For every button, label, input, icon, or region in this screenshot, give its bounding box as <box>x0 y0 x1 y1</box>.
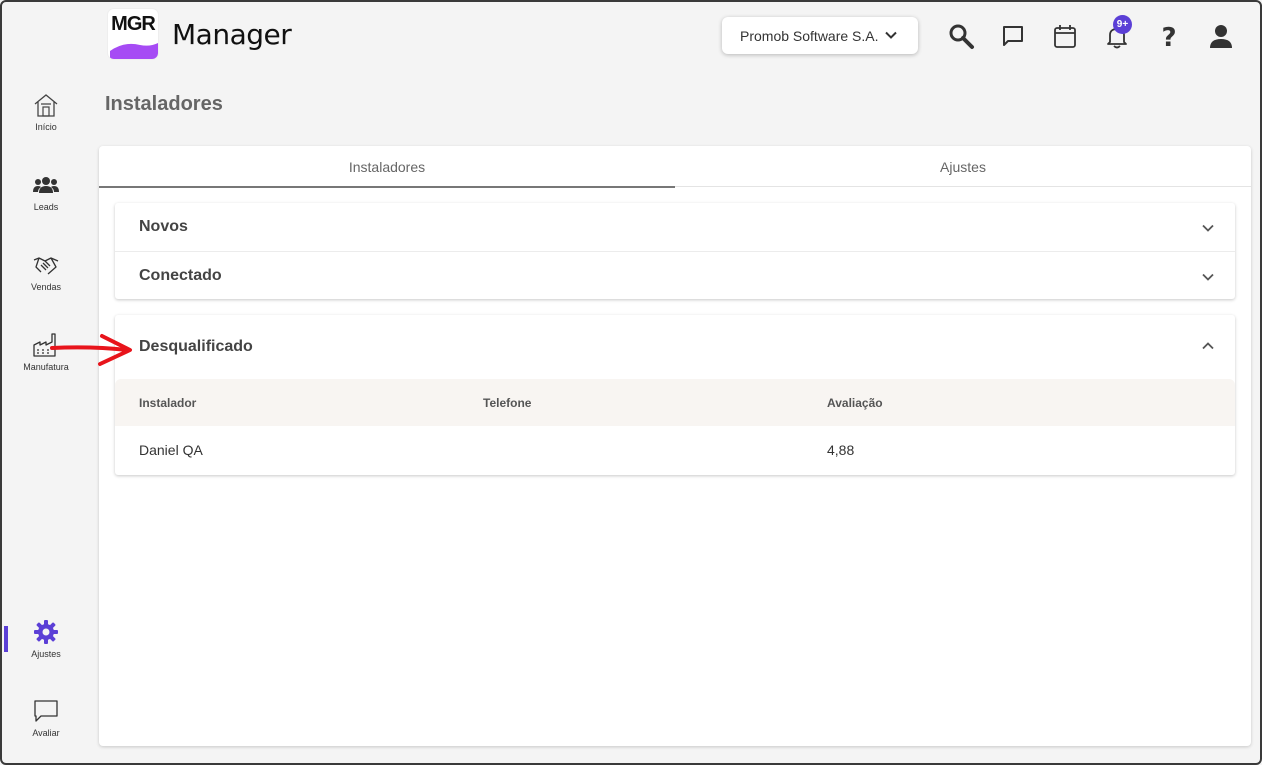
gear-icon <box>34 620 58 644</box>
sidebar-item-label: Vendas <box>30 282 62 292</box>
notification-badge: 9+ <box>1113 15 1132 34</box>
column-header-avaliacao[interactable]: Avaliação <box>827 396 883 410</box>
sidebar-item-label: Início <box>35 122 57 132</box>
table-row[interactable]: Daniel QA 4,88 <box>115 426 1235 474</box>
home-icon <box>34 94 58 117</box>
tab-instaladores[interactable]: Instaladores <box>99 146 675 188</box>
annotation-arrow-icon <box>50 334 132 366</box>
chat-icon <box>34 700 58 722</box>
calendar-icon[interactable] <box>1051 22 1079 50</box>
accordion-desqualificado-panel: Desqualificado Instalador Telefone Avali… <box>115 315 1235 475</box>
sidebar: Início Leads Vendas Manufatura Ajustes A… <box>2 70 92 763</box>
handshake-icon <box>33 257 59 275</box>
people-icon <box>33 177 59 193</box>
accordion-desqualificado[interactable]: Desqualificado <box>115 315 1235 379</box>
search-icon[interactable] <box>947 22 975 50</box>
sidebar-item-label: Avaliar <box>32 728 60 738</box>
app-title: Manager <box>172 18 292 51</box>
chevron-down-icon <box>1202 273 1214 281</box>
main-card: Instaladores Ajustes Novos Conectado Des… <box>99 146 1251 746</box>
column-header-instalador[interactable]: Instalador <box>139 396 196 410</box>
tab-bar: Instaladores Ajustes <box>99 146 1251 188</box>
accordion-label: Novos <box>139 218 188 235</box>
help-icon[interactable]: ? <box>1155 22 1183 50</box>
sidebar-item-inicio[interactable]: Início <box>2 92 90 132</box>
page-title: Instaladores <box>105 93 223 115</box>
accordion-conectado[interactable]: Conectado <box>115 251 1235 299</box>
chevron-down-icon <box>1202 224 1214 232</box>
accordion-label: Conectado <box>139 266 222 284</box>
cell-instalador: Daniel QA <box>139 442 203 458</box>
sidebar-item-vendas[interactable]: Vendas <box>2 252 90 292</box>
tab-ajustes[interactable]: Ajustes <box>675 146 1251 187</box>
chevron-down-icon <box>885 31 897 39</box>
sidebar-item-ajustes[interactable]: Ajustes <box>2 619 90 659</box>
svg-text:?: ? <box>1161 23 1176 50</box>
company-selector[interactable]: Promob Software S.A. <box>722 17 918 54</box>
sidebar-item-label: Leads <box>33 202 59 212</box>
app-logo[interactable]: MGR <box>108 9 158 59</box>
chat-icon[interactable] <box>999 22 1027 50</box>
accordion-label: Desqualificado <box>139 338 253 355</box>
sidebar-item-leads[interactable]: Leads <box>2 172 90 212</box>
cell-avaliacao: 4,88 <box>827 442 855 458</box>
accordion-group: Novos Conectado <box>115 203 1235 299</box>
chevron-up-icon <box>1202 342 1214 350</box>
table-header: Instalador Telefone Avaliação <box>115 379 1235 426</box>
sidebar-item-avaliar[interactable]: Avaliar <box>2 698 90 738</box>
logo-text: MGR <box>111 13 156 35</box>
user-icon[interactable] <box>1207 22 1235 50</box>
logo-swoosh-icon <box>110 43 158 59</box>
column-header-telefone[interactable]: Telefone <box>483 396 531 410</box>
app-window: MGR Manager Promob Software S.A. 9+ ? In… <box>0 0 1262 765</box>
sidebar-item-label: Ajustes <box>31 649 61 659</box>
accordion-novos[interactable]: Novos <box>115 203 1235 251</box>
top-bar: MGR Manager Promob Software S.A. 9+ ? <box>2 2 1260 70</box>
company-name: Promob Software S.A. <box>740 27 879 44</box>
